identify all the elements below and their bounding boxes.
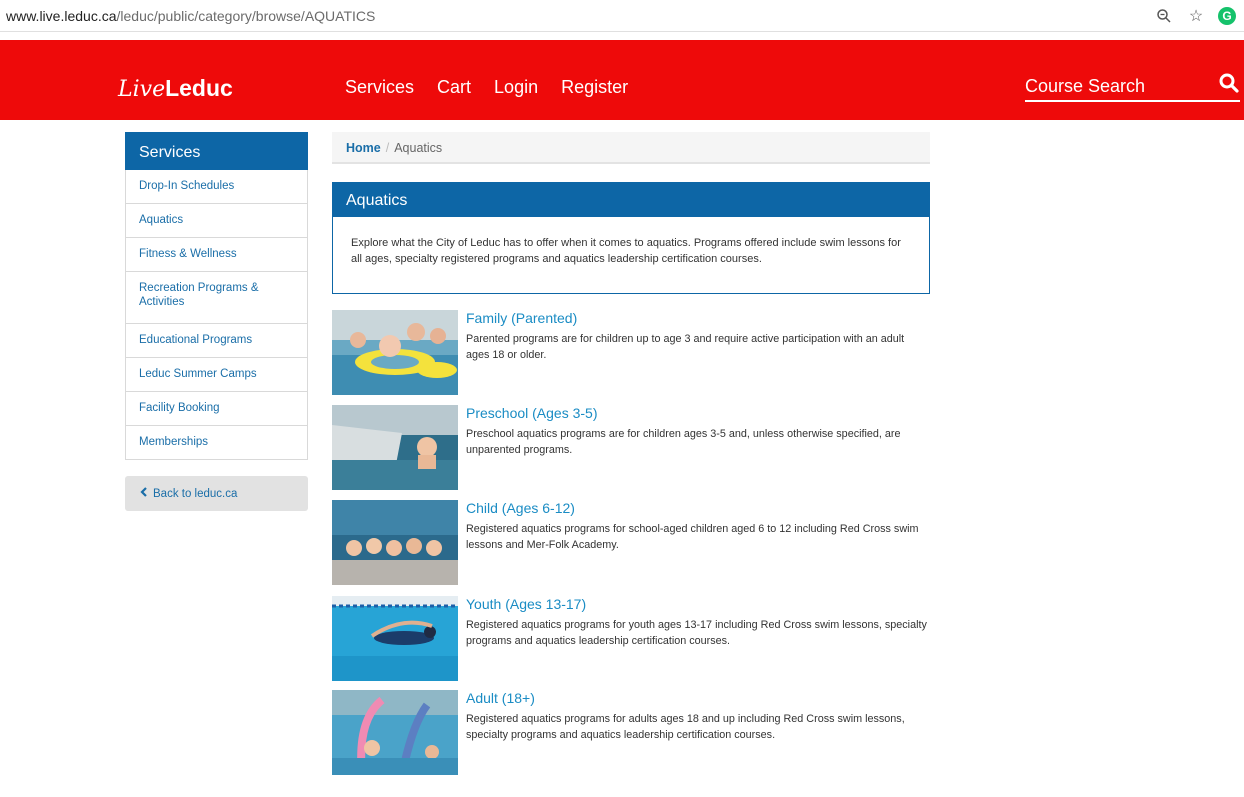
chevron-left-icon bbox=[140, 487, 148, 500]
category-item-family: Family (Parented) Parented programs are … bbox=[332, 310, 932, 396]
url-text[interactable]: www.live.leduc.ca/leduc/public/category/… bbox=[6, 8, 375, 24]
aquatics-panel: Aquatics Explore what the City of Leduc … bbox=[332, 182, 930, 294]
sidebar-item-drop-in-schedules[interactable]: Drop-In Schedules bbox=[125, 170, 308, 204]
adult-thumbnail[interactable] bbox=[332, 690, 458, 775]
back-button-label: Back to leduc.ca bbox=[153, 487, 238, 500]
course-search-input[interactable] bbox=[1025, 74, 1195, 98]
sidebar-item-educational-programs[interactable]: Educational Programs bbox=[125, 324, 308, 358]
sidebar-item-summer-camps[interactable]: Leduc Summer Camps bbox=[125, 358, 308, 392]
category-description-family: Parented programs are for children up to… bbox=[466, 333, 905, 361]
live-leduc-logo[interactable]: LiveLeduc bbox=[118, 75, 233, 102]
sidebar-item-facility-booking[interactable]: Facility Booking bbox=[125, 392, 308, 426]
category-title-adult[interactable]: Adult (18+) bbox=[466, 690, 535, 706]
nav-services[interactable]: Services bbox=[345, 77, 414, 98]
preschool-thumbnail[interactable] bbox=[332, 405, 458, 490]
category-description-child: Registered aquatics programs for school-… bbox=[466, 523, 919, 551]
category-description-preschool: Preschool aquatics programs are for chil… bbox=[466, 428, 901, 456]
search-icon[interactable] bbox=[1218, 72, 1240, 94]
sidebar-item-recreation-programs[interactable]: Recreation Programs & Activities bbox=[125, 272, 308, 324]
category-title-family[interactable]: Family (Parented) bbox=[466, 310, 577, 326]
category-title-youth[interactable]: Youth (Ages 13-17) bbox=[466, 596, 586, 612]
browser-address-bar[interactable]: www.live.leduc.ca/leduc/public/category/… bbox=[0, 0, 1244, 32]
star-icon[interactable]: ☆ bbox=[1186, 6, 1206, 26]
category-item-preschool: Preschool (Ages 3-5) Preschool aquatics … bbox=[332, 405, 932, 491]
youth-thumbnail[interactable] bbox=[332, 596, 458, 681]
nav-login[interactable]: Login bbox=[494, 77, 538, 98]
sidebar-item-memberships[interactable]: Memberships bbox=[125, 426, 308, 460]
category-description-adult: Registered aquatics programs for adults … bbox=[466, 713, 905, 741]
category-item-youth: Youth (Ages 13-17) Registered aquatics p… bbox=[332, 596, 932, 682]
course-search bbox=[1025, 72, 1240, 102]
child-thumbnail[interactable] bbox=[332, 500, 458, 585]
grammarly-icon[interactable]: G bbox=[1218, 7, 1236, 25]
category-title-preschool[interactable]: Preschool (Ages 3-5) bbox=[466, 405, 598, 421]
back-to-leduc-button[interactable]: Back to leduc.ca bbox=[125, 476, 308, 511]
sidebar-item-aquatics[interactable]: Aquatics bbox=[125, 204, 308, 238]
main-nav: Services Cart Login Register bbox=[345, 77, 628, 98]
breadcrumb: Home / Aquatics bbox=[332, 132, 930, 164]
breadcrumb-home[interactable]: Home bbox=[346, 141, 381, 155]
zoom-icon[interactable] bbox=[1154, 6, 1174, 26]
nav-cart[interactable]: Cart bbox=[437, 77, 471, 98]
sidebar-title: Services bbox=[125, 132, 308, 170]
panel-description: Explore what the City of Leduc has to of… bbox=[351, 237, 901, 265]
panel-title: Aquatics bbox=[333, 183, 929, 217]
category-title-child[interactable]: Child (Ages 6-12) bbox=[466, 500, 575, 516]
nav-register[interactable]: Register bbox=[561, 77, 628, 98]
category-item-child: Child (Ages 6-12) Registered aquatics pr… bbox=[332, 500, 932, 586]
breadcrumb-current: Aquatics bbox=[394, 141, 443, 155]
sidebar-item-fitness-wellness[interactable]: Fitness & Wellness bbox=[125, 238, 308, 272]
breadcrumb-separator: / bbox=[385, 141, 390, 155]
family-thumbnail[interactable] bbox=[332, 310, 458, 395]
services-sidebar: Services Drop-In Schedules Aquatics Fitn… bbox=[125, 132, 308, 511]
browser-toolbar-icons: ☆ G bbox=[1154, 6, 1236, 26]
site-header: LiveLeduc Services Cart Login Register bbox=[0, 40, 1244, 120]
category-item-adult: Adult (18+) Registered aquatics programs… bbox=[332, 690, 932, 776]
category-description-youth: Registered aquatics programs for youth a… bbox=[466, 619, 927, 647]
